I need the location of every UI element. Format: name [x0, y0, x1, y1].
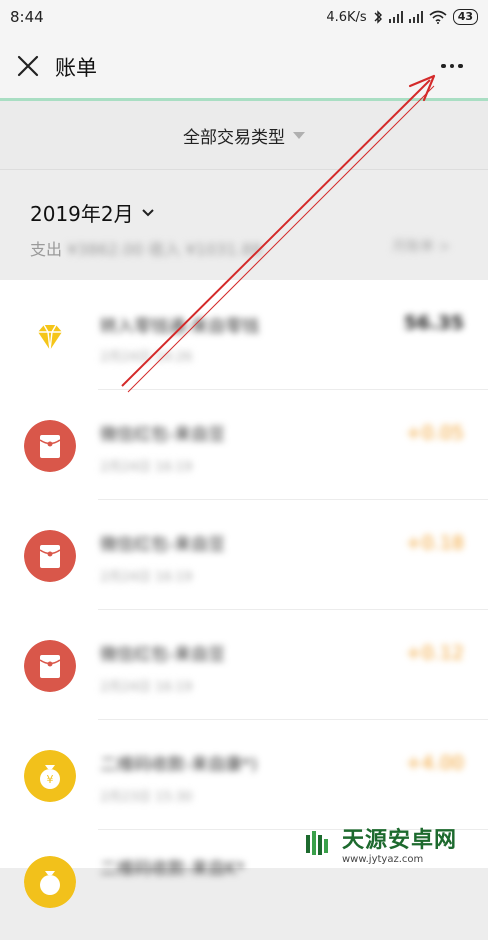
transaction-amount: +0.18 [405, 532, 464, 554]
transaction-amount: +0.05 [405, 422, 464, 444]
red-packet-icon [24, 420, 76, 472]
bluetooth-icon [374, 10, 382, 24]
status-icons: 4.6K/s 43 [326, 9, 478, 25]
transaction-time: 2月24日 16:19 [100, 460, 193, 475]
money-bag-icon: ¥ [24, 750, 76, 802]
more-icon[interactable] [432, 54, 472, 78]
android-logo-icon [306, 831, 328, 855]
watermark-cn: 天源安卓网 [342, 827, 458, 853]
list-item[interactable]: 微信红包-来自豆 2月24日 16:19 +0.05 [0, 390, 488, 500]
month-stats: 支出 ¥3862.00 收入 ¥1031.88 [30, 236, 262, 260]
transaction-time: 2月24日 16:19 [100, 570, 193, 585]
filter-label: 全部交易类型 [183, 127, 285, 148]
list-item[interactable]: 微信红包-来自豆 2月24日 16:19 +0.12 [0, 610, 488, 720]
month-label: 2019年2月 [30, 202, 134, 226]
transaction-title: 二维码收款-来自康*) [100, 755, 258, 775]
nav-bar: 账单 [0, 34, 488, 98]
transaction-time: 2月23日 15:30 [100, 790, 193, 805]
transaction-amount: +4.00 [405, 752, 464, 774]
status-time: 8:44 [10, 8, 44, 26]
svg-text:¥: ¥ [47, 773, 54, 786]
list-item[interactable]: ¥ 二维码收款-来自康*) 2月23日 15:30 +4.00 [0, 720, 488, 830]
status-bar: 8:44 4.6K/s 43 [0, 0, 488, 34]
site-watermark: 天源安卓网 www.jytyaz.com [300, 818, 488, 868]
transaction-amount: 56.35 [403, 312, 464, 334]
red-packet-icon [24, 530, 76, 582]
battery-icon: 43 [452, 9, 478, 25]
list-item[interactable]: 转入零钱通-来自零钱 2月24日 14:26 56.35 [0, 280, 488, 390]
transaction-time: 2月24日 14:26 [100, 350, 193, 365]
chevron-down-icon [141, 208, 154, 216]
transaction-title: 二维码收款-来自K* [100, 859, 245, 879]
monthly-bill-link[interactable]: 月账单 > [392, 236, 450, 256]
transaction-title: 微信红包-来自豆 [100, 535, 226, 555]
month-header: 2019年2月 支出 ¥3862.00 收入 ¥1031.88 月账单 > [0, 170, 488, 280]
page-title: 账单 [55, 56, 97, 80]
transaction-title: 微信红包-来自豆 [100, 425, 226, 445]
signal-icon [408, 11, 423, 23]
money-bag-icon [24, 856, 76, 908]
stats-values: ¥3862.00 收入 ¥1031.88 [67, 240, 262, 259]
more-dot [449, 63, 455, 69]
signal-icon [388, 11, 403, 23]
transaction-list: 转入零钱通-来自零钱 2月24日 14:26 56.35 微信红包-来自豆 2月… [0, 280, 488, 908]
wifi-icon [429, 10, 447, 24]
list-item[interactable]: 微信红包-来自豆 2月24日 16:19 +0.18 [0, 500, 488, 610]
transaction-title: 微信红包-来自豆 [100, 645, 226, 665]
network-speed: 4.6K/s [326, 9, 367, 25]
transaction-type-filter[interactable]: 全部交易类型 [0, 101, 488, 170]
watermark-url: www.jytyaz.com [342, 853, 424, 865]
transaction-time: 2月24日 16:19 [100, 680, 193, 695]
caret-down-icon [293, 131, 305, 139]
more-dot [441, 63, 446, 69]
transaction-title: 转入零钱通-来自零钱 [100, 317, 260, 337]
close-icon[interactable] [14, 52, 42, 80]
stats-prefix: 支出 [30, 240, 63, 259]
diamond-icon [24, 312, 76, 364]
transaction-amount: +0.12 [405, 642, 464, 664]
month-selector[interactable]: 2019年2月 [30, 198, 154, 227]
red-packet-icon [24, 640, 76, 692]
more-dot [458, 63, 463, 69]
